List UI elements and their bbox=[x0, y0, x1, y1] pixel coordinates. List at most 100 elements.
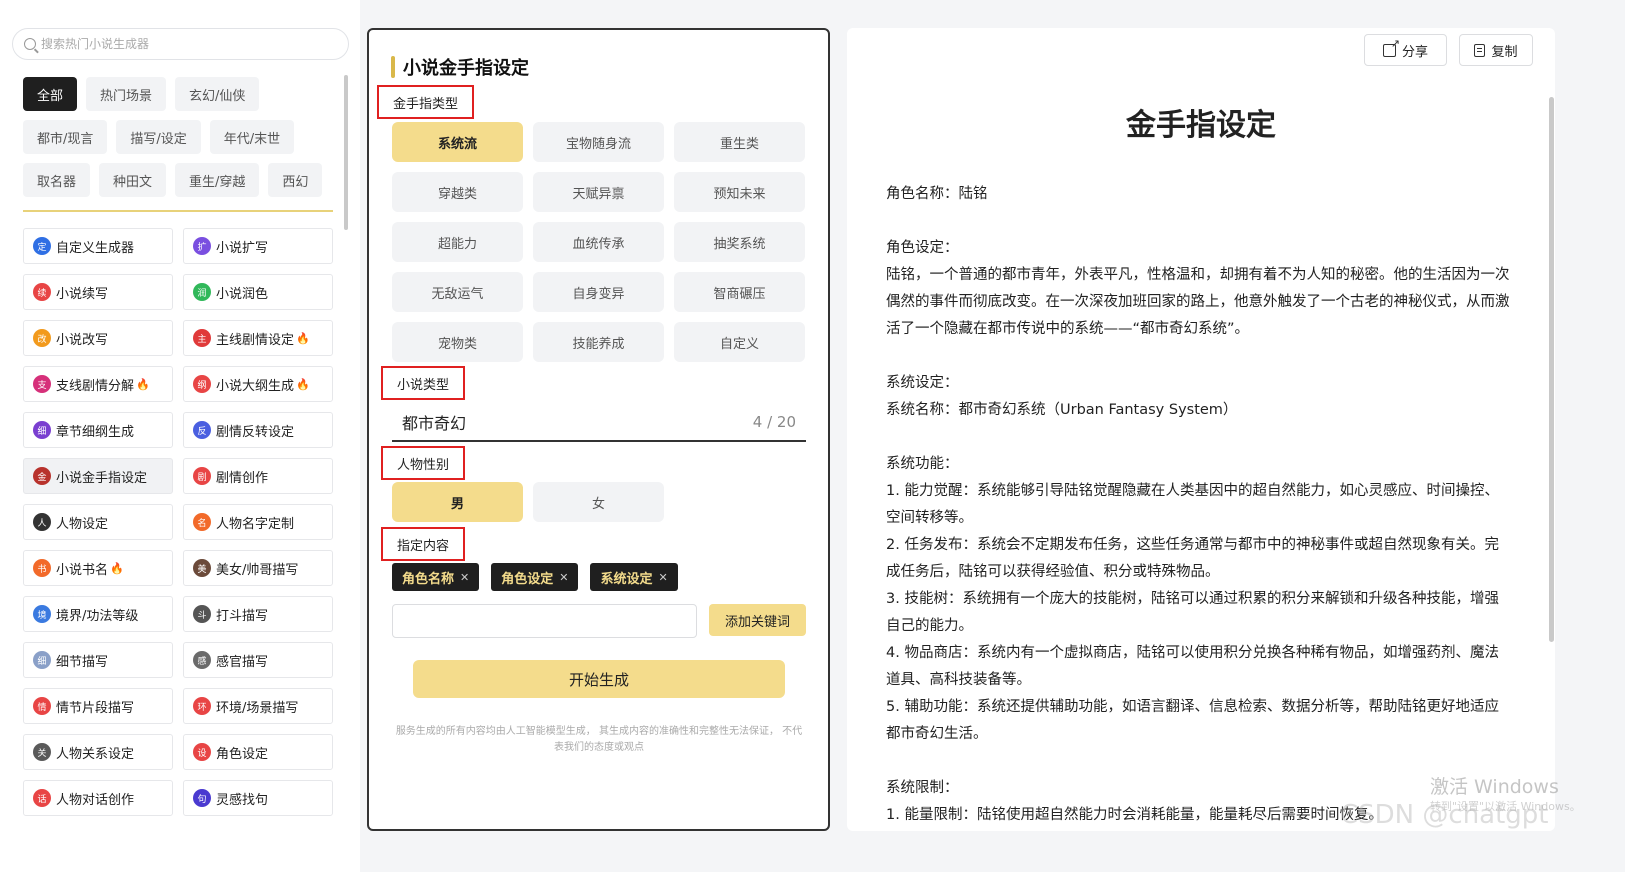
tool-item[interactable]: 关人物关系设定 bbox=[23, 734, 173, 770]
category-chip[interactable]: 年代/末世 bbox=[209, 120, 295, 154]
type-option[interactable]: 自身变异 bbox=[533, 272, 664, 312]
sidebar-scrollbar[interactable] bbox=[344, 75, 348, 230]
disclaimer-text: 服务生成的所有内容均由人工智能模型生成， 其生成内容的准确性和完整性无法保证， … bbox=[395, 726, 803, 753]
category-chip[interactable]: 描写/设定 bbox=[116, 120, 201, 154]
type-option[interactable]: 智商碾压 bbox=[674, 272, 805, 312]
category-chip[interactable]: 全部 bbox=[23, 77, 78, 111]
type-option[interactable]: 超能力 bbox=[392, 222, 523, 262]
type-option[interactable]: 自定义 bbox=[674, 322, 805, 362]
tool-label: 小说续写 bbox=[56, 286, 109, 302]
category-chip[interactable]: 取名器 bbox=[23, 163, 91, 197]
tool-icon: 定 bbox=[33, 237, 51, 255]
type-option[interactable]: 系统流 bbox=[392, 122, 523, 162]
tool-item[interactable]: 扩小说扩写 bbox=[183, 228, 333, 264]
type-option[interactable]: 天赋异禀 bbox=[533, 172, 664, 212]
gender-option[interactable]: 男 bbox=[392, 482, 523, 522]
type-option[interactable]: 穿越类 bbox=[392, 172, 523, 212]
category-chip[interactable]: 玄幻/仙侠 bbox=[175, 77, 260, 111]
generate-button[interactable]: 开始生成 bbox=[413, 660, 785, 698]
close-icon[interactable]: ✕ bbox=[658, 571, 667, 584]
type-option[interactable]: 血统传承 bbox=[533, 222, 664, 262]
result-title: 金手指设定 bbox=[1126, 108, 1276, 143]
tool-item[interactable]: 纲小说大纲生成 🔥 bbox=[183, 366, 333, 402]
result-paragraph: 系统设定： bbox=[886, 375, 959, 391]
tool-item[interactable]: 改小说改写 bbox=[23, 320, 173, 356]
tool-item[interactable]: 环环境/场景描写 bbox=[183, 688, 333, 724]
category-chip[interactable]: 都市/现言 bbox=[23, 120, 108, 154]
gender-option[interactable]: 女 bbox=[533, 482, 664, 522]
tool-item[interactable]: 反剧情反转设定 bbox=[183, 412, 333, 448]
tool-item[interactable]: 细细节描写 bbox=[23, 642, 173, 678]
tool-item[interactable]: 润小说润色 bbox=[183, 274, 333, 310]
type-option[interactable]: 抽奖系统 bbox=[674, 222, 805, 262]
tool-icon: 续 bbox=[33, 283, 51, 301]
add-keyword-button[interactable]: 添加关键词 bbox=[709, 604, 806, 636]
sidebar: 全部热门场景玄幻/仙侠都市/现言描写/设定年代/末世取名器种田文重生/穿越西幻 … bbox=[0, 0, 360, 872]
char-counter: 4 / 20 bbox=[752, 413, 796, 431]
tool-icon: 美 bbox=[193, 559, 211, 577]
category-chip[interactable]: 热门场景 bbox=[86, 77, 167, 111]
tool-label: 情节片段描写 bbox=[56, 700, 135, 716]
type-option[interactable]: 技能养成 bbox=[533, 322, 664, 362]
tool-icon: 支 bbox=[33, 375, 51, 393]
tool-label: 剧情创作 bbox=[216, 470, 269, 486]
result-paragraph: 系统限制： bbox=[886, 780, 959, 796]
tool-item[interactable]: 斗打斗描写 bbox=[183, 596, 333, 632]
tool-label: 章节细纲生成 bbox=[56, 424, 135, 440]
tool-item[interactable]: 句灵感找句 bbox=[183, 780, 333, 816]
tool-item[interactable]: 续小说续写 bbox=[23, 274, 173, 310]
result-content: 角色名称：陆铭 角色设定： 陆铭，一个普通的都市青年，外表平凡，性格温和，却拥有着不… bbox=[886, 181, 1511, 829]
close-icon[interactable]: ✕ bbox=[559, 571, 568, 584]
tool-item[interactable]: 感感官描写 bbox=[183, 642, 333, 678]
category-row: 全部 热门场景 玄幻/仙侠 bbox=[23, 77, 333, 111]
keyword-tag: 角色名称 ✕ bbox=[392, 563, 480, 591]
tool-label: 小说书名 bbox=[56, 562, 109, 578]
copy-button[interactable]: 复制 bbox=[1459, 34, 1533, 66]
tool-item[interactable]: 主主线剧情设定 🔥 bbox=[183, 320, 333, 356]
tool-item[interactable]: 剧剧情创作 bbox=[183, 458, 333, 494]
result-paragraph: 角色设定： bbox=[886, 240, 959, 256]
share-button[interactable]: 分享 bbox=[1364, 34, 1447, 66]
tool-icon: 情 bbox=[33, 697, 51, 715]
category-chip[interactable]: 西幻 bbox=[268, 163, 323, 197]
tool-row: 定自定义生成器扩小说扩写 bbox=[23, 228, 333, 264]
tool-item[interactable]: 金小说金手指设定 bbox=[23, 458, 173, 494]
category-chip[interactable]: 种田文 bbox=[99, 163, 167, 197]
tool-item[interactable]: 书小说书名 🔥 bbox=[23, 550, 173, 586]
tool-item[interactable]: 细章节细纲生成 bbox=[23, 412, 173, 448]
tool-label: 小说润色 bbox=[216, 286, 269, 302]
tool-item[interactable]: 美美女/帅哥描写 bbox=[183, 550, 333, 586]
tool-item[interactable]: 话人物对话创作 bbox=[23, 780, 173, 816]
tool-label: 灵感找句 bbox=[216, 792, 269, 808]
tool-label: 人物名字定制 bbox=[216, 516, 295, 532]
type-option[interactable]: 宝物随身流 bbox=[533, 122, 664, 162]
tool-item[interactable]: 支支线剧情分解 🔥 bbox=[23, 366, 173, 402]
type-option[interactable]: 宠物类 bbox=[392, 322, 523, 362]
tool-item[interactable]: 名人物名字定制 bbox=[183, 504, 333, 540]
result-paragraph: 5. 辅助功能：系统还提供辅助功能，如语言翻译、信息检索、数据分析等，帮助陆铭更… bbox=[886, 699, 1499, 742]
type-option[interactable]: 重生类 bbox=[674, 122, 805, 162]
tool-item[interactable]: 情情节片段描写 bbox=[23, 688, 173, 724]
search-input[interactable] bbox=[41, 37, 331, 51]
tool-item[interactable]: 设角色设定 bbox=[183, 734, 333, 770]
category-chip[interactable]: 重生/穿越 bbox=[175, 163, 260, 197]
tool-item[interactable]: 境境界/功法等级 bbox=[23, 596, 173, 632]
type-section-label: 金手指类型 bbox=[377, 85, 475, 119]
keyword-input[interactable] bbox=[392, 604, 697, 638]
type-option[interactable]: 无敌运气 bbox=[392, 272, 523, 312]
novel-type-input[interactable]: 都市奇幻 4 / 20 bbox=[392, 404, 806, 442]
result-scrollbar[interactable] bbox=[1549, 97, 1554, 642]
sidebar-divider bbox=[23, 210, 333, 212]
tool-row: 细细节描写感感官描写 bbox=[23, 642, 333, 678]
close-icon[interactable]: ✕ bbox=[460, 571, 469, 584]
search-box[interactable] bbox=[12, 28, 349, 60]
type-option[interactable]: 预知未来 bbox=[674, 172, 805, 212]
tool-label: 感官描写 bbox=[216, 654, 269, 670]
type-row: 穿越类 天赋异禀 预知未来 bbox=[392, 172, 806, 212]
tool-item[interactable]: 定自定义生成器 bbox=[23, 228, 173, 264]
tool-icon: 细 bbox=[33, 651, 51, 669]
fire-icon: 🔥 bbox=[136, 377, 150, 391]
tool-item[interactable]: 人人物设定 bbox=[23, 504, 173, 540]
